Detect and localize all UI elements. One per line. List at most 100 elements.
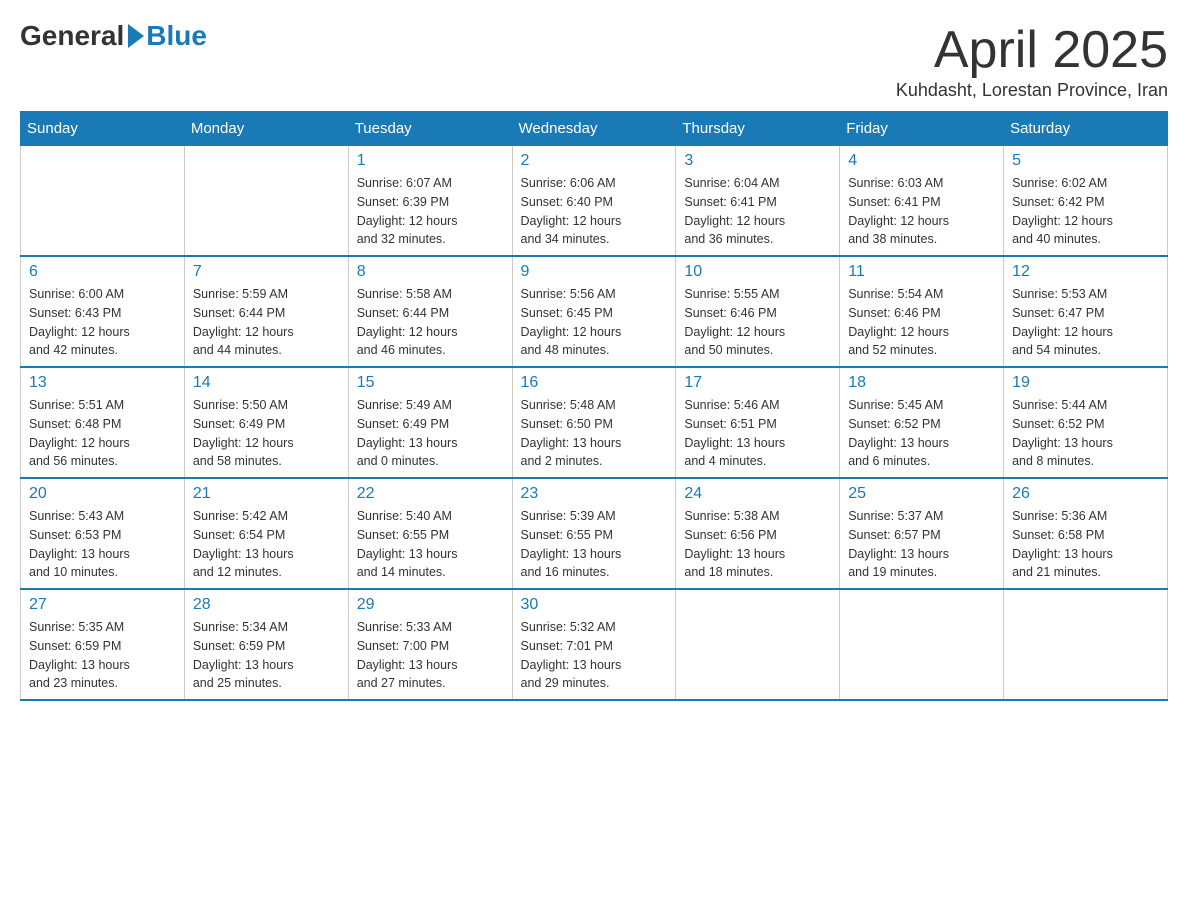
calendar-cell: 30 Sunrise: 5:32 AM Sunset: 7:01 PM Dayli… <box>512 589 676 700</box>
calendar-cell: 18 Sunrise: 5:45 AM Sunset: 6:52 PM Dayli… <box>840 367 1004 478</box>
calendar-cell: 1Sunrise: 6:07 AM Sunset: 6:39 PM Daylig… <box>348 146 512 257</box>
calendar-cell: 27 Sunrise: 5:35 AM Sunset: 6:59 PM Dayli… <box>21 589 185 700</box>
calendar-cell: 17 Sunrise: 5:46 AM Sunset: 6:51 PM Dayli… <box>676 367 840 478</box>
day-info: Sunrise: 5:33 AM Sunset: 7:00 PM Dayligh… <box>357 618 504 693</box>
calendar-cell: 3Sunrise: 6:04 AM Sunset: 6:41 PM Daylig… <box>676 146 840 257</box>
calendar-cell: 2 Sunrise: 6:06 AM Sunset: 6:40 PM Daylig… <box>512 146 676 257</box>
day-info: Sunrise: 6:07 AM Sunset: 6:39 PM Dayligh… <box>357 174 504 249</box>
calendar-cell <box>840 589 1004 700</box>
day-info: Sunrise: 5:42 AM Sunset: 6:54 PM Dayligh… <box>193 507 340 582</box>
day-number: 24 <box>684 485 831 503</box>
calendar-cell <box>1004 589 1168 700</box>
day-info: Sunrise: 5:38 AM Sunset: 6:56 PM Dayligh… <box>684 507 831 582</box>
day-info: Sunrise: 5:34 AM Sunset: 6:59 PM Dayligh… <box>193 618 340 693</box>
day-info: Sunrise: 5:44 AM Sunset: 6:52 PM Dayligh… <box>1012 396 1159 471</box>
calendar-cell: 14 Sunrise: 5:50 AM Sunset: 6:49 PM Dayli… <box>184 367 348 478</box>
day-info: Sunrise: 6:04 AM Sunset: 6:41 PM Dayligh… <box>684 174 831 249</box>
day-info: Sunrise: 5:54 AM Sunset: 6:46 PM Dayligh… <box>848 285 995 360</box>
logo-arrow-icon <box>128 24 144 48</box>
day-info: Sunrise: 5:35 AM Sunset: 6:59 PM Dayligh… <box>29 618 176 693</box>
day-number: 10 <box>684 263 831 281</box>
calendar-cell: 25Sunrise: 5:37 AM Sunset: 6:57 PM Dayli… <box>840 478 1004 589</box>
calendar-cell: 8 Sunrise: 5:58 AM Sunset: 6:44 PM Daylig… <box>348 256 512 367</box>
day-number: 19 <box>1012 374 1159 392</box>
calendar-cell: 21 Sunrise: 5:42 AM Sunset: 6:54 PM Dayli… <box>184 478 348 589</box>
calendar-cell: 29 Sunrise: 5:33 AM Sunset: 7:00 PM Dayli… <box>348 589 512 700</box>
day-number: 16 <box>521 374 668 392</box>
calendar-cell: 26 Sunrise: 5:36 AM Sunset: 6:58 PM Dayli… <box>1004 478 1168 589</box>
day-number: 11 <box>848 263 995 281</box>
day-number: 21 <box>193 485 340 503</box>
weekday-header-row: SundayMondayTuesdayWednesdayThursdayFrid… <box>21 112 1168 146</box>
calendar-cell: 11 Sunrise: 5:54 AM Sunset: 6:46 PM Dayli… <box>840 256 1004 367</box>
logo: General Blue <box>20 20 207 52</box>
calendar-cell: 28Sunrise: 5:34 AM Sunset: 6:59 PM Dayli… <box>184 589 348 700</box>
weekday-header-saturday: Saturday <box>1004 112 1168 146</box>
calendar-cell <box>676 589 840 700</box>
day-number: 26 <box>1012 485 1159 503</box>
day-info: Sunrise: 5:58 AM Sunset: 6:44 PM Dayligh… <box>357 285 504 360</box>
day-info: Sunrise: 6:00 AM Sunset: 6:43 PM Dayligh… <box>29 285 176 360</box>
day-info: Sunrise: 5:51 AM Sunset: 6:48 PM Dayligh… <box>29 396 176 471</box>
calendar-cell: 15Sunrise: 5:49 AM Sunset: 6:49 PM Dayli… <box>348 367 512 478</box>
day-number: 15 <box>357 374 504 392</box>
calendar-cell: 20 Sunrise: 5:43 AM Sunset: 6:53 PM Dayli… <box>21 478 185 589</box>
day-number: 22 <box>357 485 504 503</box>
weekday-header-friday: Friday <box>840 112 1004 146</box>
day-info: Sunrise: 6:02 AM Sunset: 6:42 PM Dayligh… <box>1012 174 1159 249</box>
day-number: 9 <box>521 263 668 281</box>
day-number: 6 <box>29 263 176 281</box>
calendar-table: SundayMondayTuesdayWednesdayThursdayFrid… <box>20 111 1168 701</box>
day-number: 23 <box>521 485 668 503</box>
calendar-cell: 24 Sunrise: 5:38 AM Sunset: 6:56 PM Dayli… <box>676 478 840 589</box>
day-info: Sunrise: 5:56 AM Sunset: 6:45 PM Dayligh… <box>521 285 668 360</box>
day-number: 20 <box>29 485 176 503</box>
day-info: Sunrise: 5:50 AM Sunset: 6:49 PM Dayligh… <box>193 396 340 471</box>
weekday-header-tuesday: Tuesday <box>348 112 512 146</box>
page-header: General Blue April 2025 Kuhdasht, Lorest… <box>20 20 1168 101</box>
calendar-cell: 12 Sunrise: 5:53 AM Sunset: 6:47 PM Dayli… <box>1004 256 1168 367</box>
location-subtitle: Kuhdasht, Lorestan Province, Iran <box>896 80 1168 101</box>
title-area: April 2025 Kuhdasht, Lorestan Province, … <box>896 20 1168 101</box>
calendar-week-row: 6 Sunrise: 6:00 AM Sunset: 6:43 PM Daylig… <box>21 256 1168 367</box>
day-info: Sunrise: 5:46 AM Sunset: 6:51 PM Dayligh… <box>684 396 831 471</box>
day-info: Sunrise: 5:39 AM Sunset: 6:55 PM Dayligh… <box>521 507 668 582</box>
day-info: Sunrise: 5:53 AM Sunset: 6:47 PM Dayligh… <box>1012 285 1159 360</box>
day-number: 8 <box>357 263 504 281</box>
month-title: April 2025 <box>896 20 1168 80</box>
day-info: Sunrise: 5:36 AM Sunset: 6:58 PM Dayligh… <box>1012 507 1159 582</box>
day-info: Sunrise: 5:59 AM Sunset: 6:44 PM Dayligh… <box>193 285 340 360</box>
calendar-cell: 16 Sunrise: 5:48 AM Sunset: 6:50 PM Dayli… <box>512 367 676 478</box>
weekday-header-sunday: Sunday <box>21 112 185 146</box>
day-info: Sunrise: 5:48 AM Sunset: 6:50 PM Dayligh… <box>521 396 668 471</box>
calendar-cell <box>21 146 185 257</box>
day-number: 30 <box>521 596 668 614</box>
calendar-week-row: 13 Sunrise: 5:51 AM Sunset: 6:48 PM Dayli… <box>21 367 1168 478</box>
calendar-cell: 4Sunrise: 6:03 AM Sunset: 6:41 PM Daylig… <box>840 146 1004 257</box>
day-number: 4 <box>848 152 995 170</box>
calendar-cell: 6 Sunrise: 6:00 AM Sunset: 6:43 PM Daylig… <box>21 256 185 367</box>
logo-blue-text: Blue <box>146 20 207 52</box>
day-number: 12 <box>1012 263 1159 281</box>
day-number: 7 <box>193 263 340 281</box>
day-info: Sunrise: 5:40 AM Sunset: 6:55 PM Dayligh… <box>357 507 504 582</box>
day-info: Sunrise: 5:32 AM Sunset: 7:01 PM Dayligh… <box>521 618 668 693</box>
calendar-cell: 9 Sunrise: 5:56 AM Sunset: 6:45 PM Daylig… <box>512 256 676 367</box>
day-number: 17 <box>684 374 831 392</box>
calendar-cell <box>184 146 348 257</box>
calendar-cell: 22 Sunrise: 5:40 AM Sunset: 6:55 PM Dayli… <box>348 478 512 589</box>
logo-general-text: General <box>20 20 124 52</box>
day-info: Sunrise: 6:06 AM Sunset: 6:40 PM Dayligh… <box>521 174 668 249</box>
weekday-header-thursday: Thursday <box>676 112 840 146</box>
calendar-cell: 19 Sunrise: 5:44 AM Sunset: 6:52 PM Dayli… <box>1004 367 1168 478</box>
calendar-week-row: 1Sunrise: 6:07 AM Sunset: 6:39 PM Daylig… <box>21 146 1168 257</box>
day-number: 25 <box>848 485 995 503</box>
day-info: Sunrise: 5:43 AM Sunset: 6:53 PM Dayligh… <box>29 507 176 582</box>
day-info: Sunrise: 5:45 AM Sunset: 6:52 PM Dayligh… <box>848 396 995 471</box>
day-number: 14 <box>193 374 340 392</box>
day-number: 18 <box>848 374 995 392</box>
day-number: 2 <box>521 152 668 170</box>
day-number: 13 <box>29 374 176 392</box>
day-number: 29 <box>357 596 504 614</box>
day-number: 27 <box>29 596 176 614</box>
